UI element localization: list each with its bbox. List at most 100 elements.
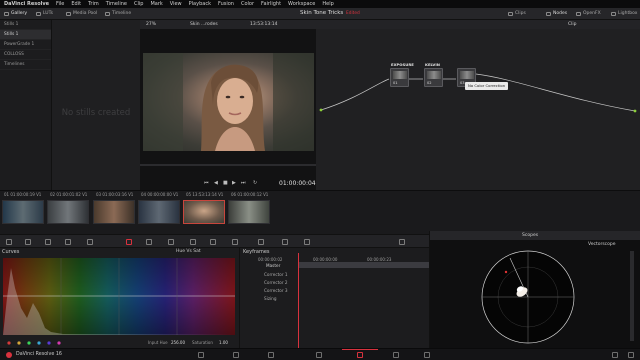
menu-mark[interactable]: Mark xyxy=(150,0,162,8)
skip-forward-icon[interactable]: ⏭ xyxy=(241,180,246,186)
deliver-page-icon[interactable] xyxy=(424,352,430,358)
tracker-icon[interactable] xyxy=(190,239,196,245)
window-icon[interactable] xyxy=(168,239,174,245)
settings-icon[interactable] xyxy=(628,352,634,358)
viewer-frame[interactable] xyxy=(143,53,314,151)
menu-playback[interactable]: Playback xyxy=(189,0,211,8)
node-1-number: 01 xyxy=(393,81,398,85)
menu-view[interactable]: View xyxy=(170,0,182,8)
keyframes-panel: Keyframes 00:00:00:02 00:00:00:00 00:00:… xyxy=(239,248,430,348)
stop-icon[interactable]: ■ xyxy=(223,180,228,186)
menu-help[interactable]: Help xyxy=(322,0,333,8)
clip-5-selected[interactable] xyxy=(183,200,225,224)
viewer-zoom[interactable]: 27% xyxy=(146,22,156,27)
curves-icon[interactable] xyxy=(126,239,132,245)
node-2-kelvin[interactable]: 02 xyxy=(424,68,443,87)
cut-page-icon[interactable] xyxy=(233,352,239,358)
saturation-label: Saturation xyxy=(192,340,213,345)
keyframes-title: Keyframes xyxy=(243,249,270,255)
node-1-exposure[interactable]: 01 xyxy=(390,68,409,87)
gallery-tab[interactable]: Gallery xyxy=(4,11,27,16)
node-editor[interactable]: EXPOSURE 01 KELVIN 02 03 xyxy=(316,29,640,194)
clips-icon xyxy=(508,11,513,16)
menu-fairlight[interactable]: Fairlight xyxy=(261,0,281,8)
clips-tab[interactable]: Clips xyxy=(508,11,526,16)
media-pool-tab[interactable]: Media Pool xyxy=(66,11,97,16)
scope-type-selector[interactable]: Vectorscope xyxy=(588,242,616,247)
scopes-title: Scopes xyxy=(522,232,539,238)
menu-workspace[interactable]: Workspace xyxy=(288,0,315,8)
curves-mode-selector[interactable]: Hue Vs Sat xyxy=(176,249,201,254)
qualifier-icon[interactable] xyxy=(146,239,152,245)
color-page-icon[interactable] xyxy=(357,352,363,358)
keyframes-toggle-icon[interactable] xyxy=(399,239,405,245)
sizing-icon[interactable] xyxy=(282,239,288,245)
node-tooltip: No Color Correction xyxy=(465,82,509,90)
node-2-label: KELVIN xyxy=(425,62,440,67)
menu-edit[interactable]: Edit xyxy=(71,0,81,8)
play-icon[interactable]: ▶ xyxy=(232,180,236,186)
curves-channel-dots[interactable] xyxy=(6,340,70,348)
keyframe-row-master[interactable]: Master xyxy=(240,262,430,270)
keyframe-row-sizing[interactable]: Sizing xyxy=(240,295,430,303)
gallery-album-timelines[interactable]: Timelines xyxy=(0,60,51,70)
clip-6[interactable] xyxy=(228,200,270,224)
keyframe-row-corrector-1[interactable]: Corrector 1 xyxy=(240,271,430,279)
blur-icon[interactable] xyxy=(232,239,238,245)
viewer-scrubber[interactable] xyxy=(140,164,316,166)
luts-tab-label: LUTs xyxy=(43,11,53,16)
luts-icon xyxy=(36,11,41,16)
loop-icon[interactable]: ↻ xyxy=(253,180,257,186)
gallery-album-powergrade[interactable]: PowerGrade 1 xyxy=(0,40,51,50)
viewer-clip-name: Skin ...rodes xyxy=(190,21,218,27)
menu-timeline[interactable]: Timeline xyxy=(106,0,127,8)
edit-page-icon[interactable] xyxy=(268,352,274,358)
fairlight-page-icon[interactable] xyxy=(393,352,399,358)
app-name[interactable]: DaVinci Resolve xyxy=(4,0,49,8)
luts-tab[interactable]: LUTs xyxy=(36,11,53,16)
play-reverse-icon[interactable]: ◀ xyxy=(214,180,218,186)
saturation-value[interactable]: 1.00 xyxy=(219,340,228,345)
key-icon[interactable] xyxy=(258,239,264,245)
node-3-thumbnail xyxy=(460,71,474,79)
clip-5-timecode: 05 13:53:13:14 V1 xyxy=(186,192,224,197)
input-hue-value[interactable]: 256.00 xyxy=(171,340,185,345)
rgb-mixer-icon[interactable] xyxy=(65,239,71,245)
skip-back-icon[interactable]: ⏮ xyxy=(204,180,209,186)
menu-clip[interactable]: Clip xyxy=(134,0,143,8)
gallery-album-stills-selected[interactable]: Stills 1 xyxy=(0,30,51,40)
motion-effects-icon[interactable] xyxy=(87,239,93,245)
keyframe-row-corrector-2[interactable]: Corrector 2 xyxy=(240,279,430,287)
magic-mask-icon[interactable] xyxy=(210,239,216,245)
nodes-tab[interactable]: Nodes xyxy=(546,11,567,16)
home-icon[interactable] xyxy=(612,352,618,358)
lightbox-tab[interactable]: Lightbox xyxy=(611,11,637,16)
keyframe-row-corrector-3[interactable]: Corrector 3 xyxy=(240,287,430,295)
color-match-icon[interactable] xyxy=(25,239,31,245)
openfx-icon xyxy=(576,11,581,16)
menu-color[interactable]: Color xyxy=(241,0,254,8)
color-wheels-icon[interactable] xyxy=(45,239,51,245)
media-pool-icon xyxy=(66,11,71,16)
gallery-stills-area[interactable]: No stills created xyxy=(52,20,140,194)
curve-overlay xyxy=(3,258,235,335)
clip-2[interactable] xyxy=(47,200,89,224)
scopes-scrollbar[interactable] xyxy=(630,251,634,341)
gallery-album-colloss[interactable]: COLLOSS xyxy=(0,50,51,60)
node-editor-header: Clip xyxy=(316,20,640,29)
menu-file[interactable]: File xyxy=(56,0,64,8)
fusion-page-icon[interactable] xyxy=(316,352,322,358)
clip-3[interactable] xyxy=(93,200,135,224)
menu-fusion[interactable]: Fusion xyxy=(218,0,234,8)
menu-trim[interactable]: Trim xyxy=(88,0,99,8)
node-mode[interactable]: Clip xyxy=(568,22,577,27)
timeline-tab[interactable]: Timeline xyxy=(105,11,131,16)
camera-raw-icon[interactable] xyxy=(6,239,12,245)
media-page-icon[interactable] xyxy=(198,352,204,358)
3d-icon[interactable] xyxy=(304,239,310,245)
gallery-album-stills[interactable]: Stills 1 xyxy=(0,20,51,30)
clip-1[interactable] xyxy=(2,200,44,224)
clip-4[interactable] xyxy=(138,200,180,224)
openfx-tab[interactable]: OpenFX xyxy=(576,11,601,16)
top-toolbar: Gallery LUTs Media Pool Timeline Skin To… xyxy=(0,8,640,20)
